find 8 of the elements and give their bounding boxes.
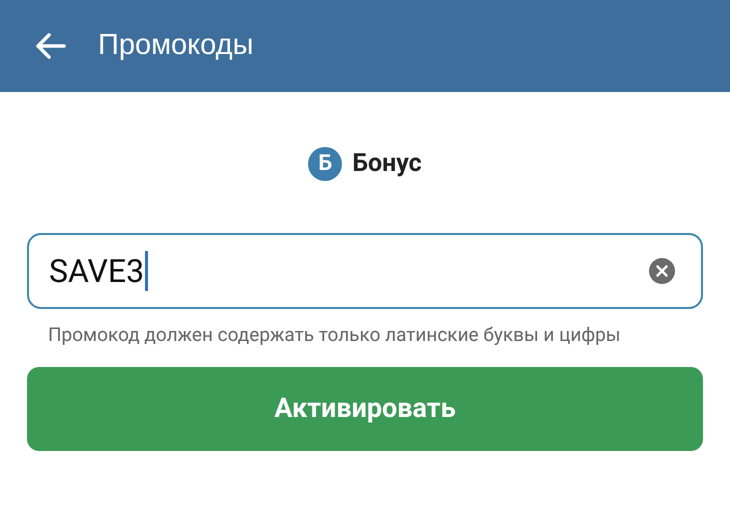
brand-logo: Б — [308, 146, 342, 181]
promo-code-value: SAVE3 — [49, 250, 144, 292]
brand-name: Бонус — [352, 148, 422, 180]
clear-icon[interactable] — [649, 258, 675, 284]
hint-text: Промокод должен содержать только латинские буквы и цифры — [48, 322, 622, 348]
promo-code-field[interactable]: SAVE3 — [27, 232, 703, 308]
activate-button[interactable]: Активировать — [27, 366, 703, 450]
screen-title: Промокоды — [98, 28, 254, 64]
